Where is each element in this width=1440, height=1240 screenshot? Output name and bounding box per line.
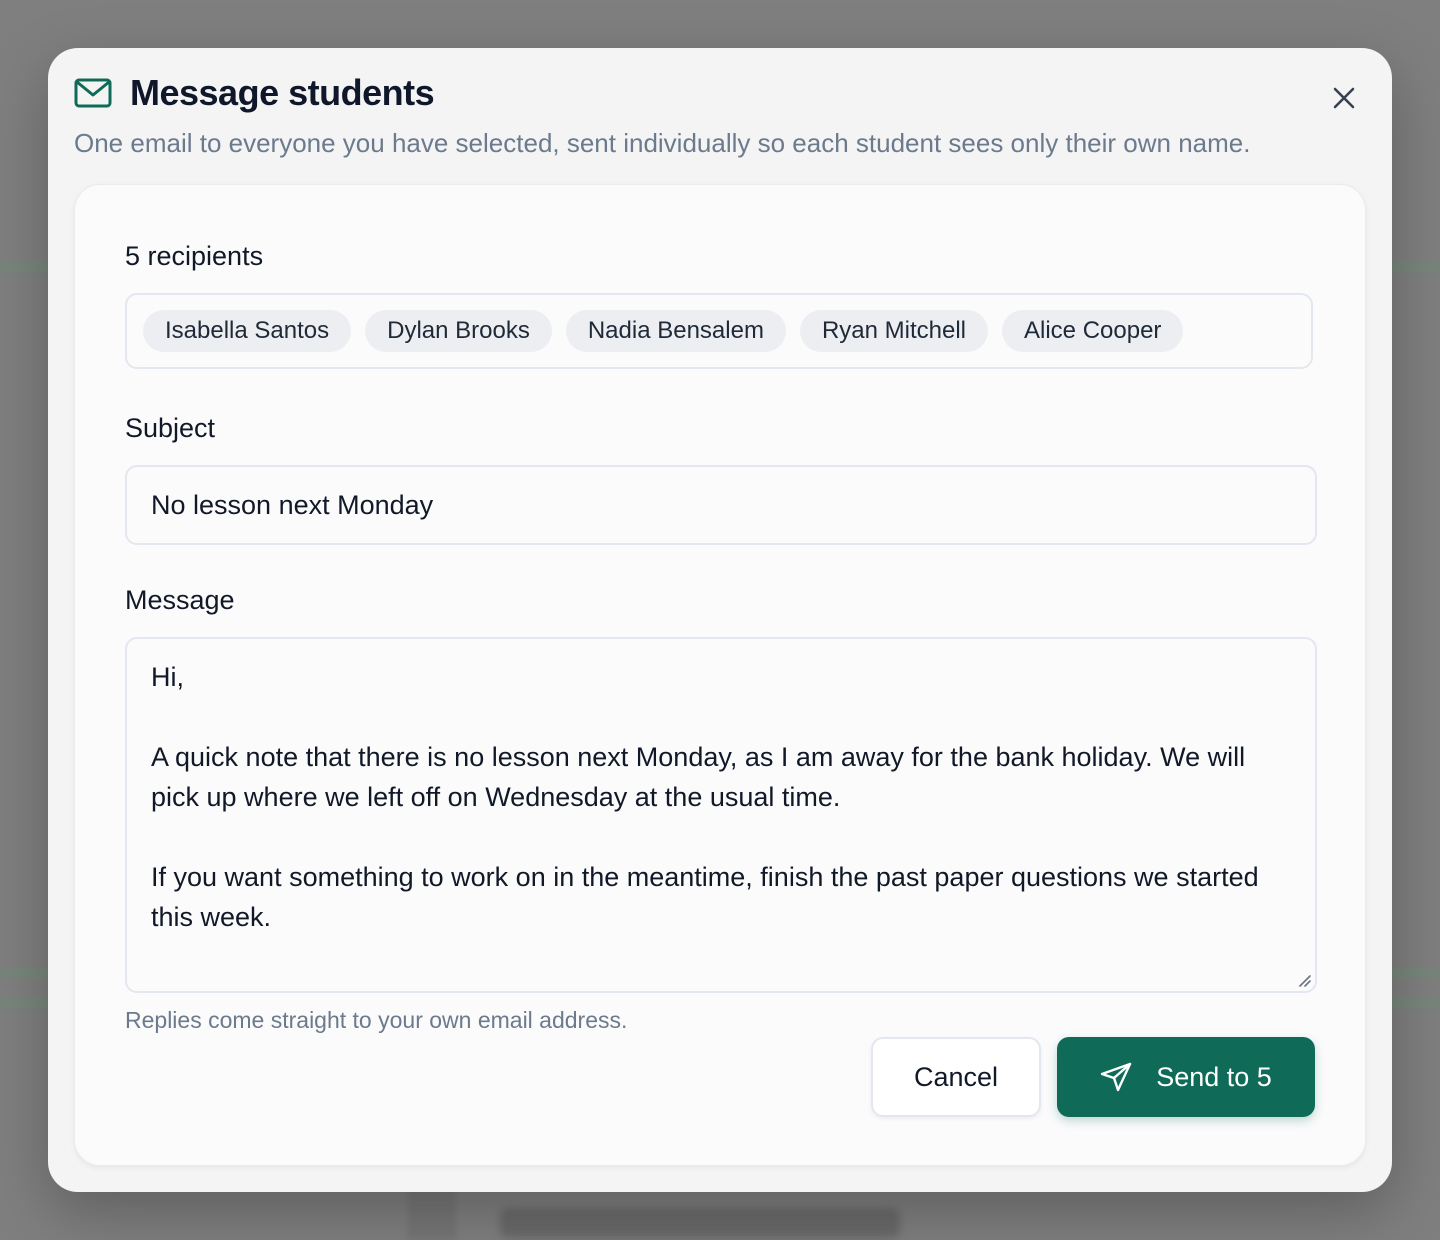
subject-label: Subject	[125, 413, 216, 443]
recipients-field: Isabella Santos Dylan Brooks Nadia Bensa…	[125, 293, 1313, 369]
recipient-chip[interactable]: Nadia Bensalem	[565, 310, 786, 352]
subject-input[interactable]	[125, 465, 1317, 545]
mail-icon	[74, 78, 112, 108]
recipient-chip[interactable]: Ryan Mitchell	[799, 310, 988, 352]
message-textarea[interactable]: Hi, A quick note that there is no lesson…	[125, 637, 1317, 993]
compose-card: 5 recipients Isabella Santos Dylan Brook…	[74, 184, 1366, 1166]
resize-handle[interactable]	[1297, 973, 1311, 987]
message-label: Message	[125, 585, 235, 615]
recipient-chip[interactable]: Isabella Santos	[143, 310, 352, 352]
recipient-chip[interactable]: Dylan Brooks	[365, 310, 552, 352]
dialog-title: Message students	[130, 72, 435, 113]
recipients-label: 5 recipients	[125, 241, 264, 271]
message-students-dialog: Message students One email to everyone y…	[48, 48, 1392, 1192]
background-element	[500, 1208, 900, 1238]
recipient-chip[interactable]: Alice Cooper	[1002, 310, 1184, 352]
close-icon	[1333, 87, 1355, 109]
cancel-button-label: Cancel	[913, 1061, 999, 1092]
reply-hint: Replies come straight to your own email …	[125, 1007, 628, 1033]
cancel-button[interactable]: Cancel	[871, 1037, 1041, 1117]
dialog-subtitle: One email to everyone you have selected,…	[74, 128, 1251, 158]
send-icon	[1100, 1062, 1132, 1092]
send-button-label: Send to 5	[1156, 1061, 1272, 1092]
close-button[interactable]	[1330, 84, 1358, 112]
background-element	[408, 1190, 456, 1240]
dialog-header: Message students	[74, 72, 435, 114]
send-button[interactable]: Send to 5	[1057, 1037, 1315, 1117]
